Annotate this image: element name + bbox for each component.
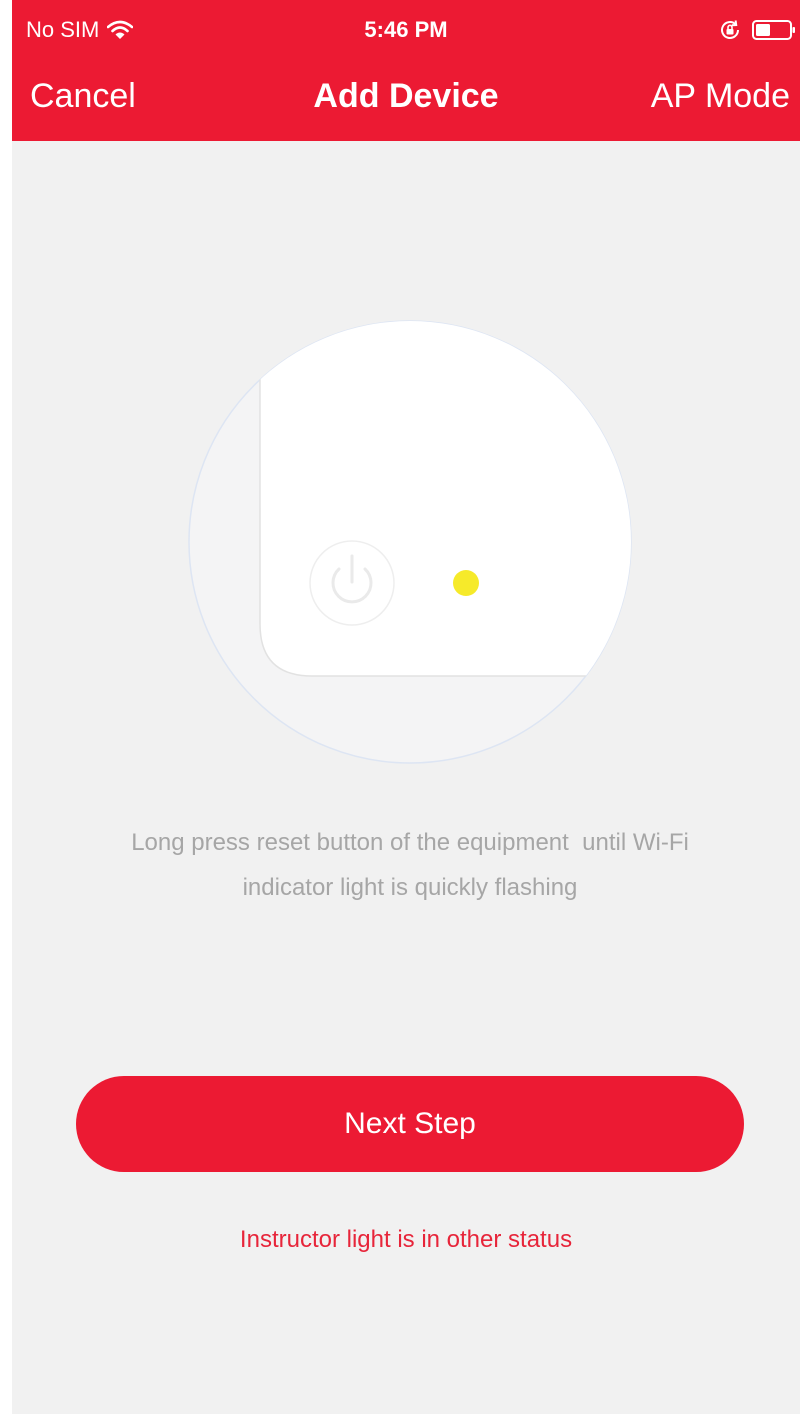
clock: 5:46 PM [364,17,448,42]
power-button-icon [309,540,395,626]
battery-icon [752,20,795,40]
next-step-button[interactable]: Next Step [76,1076,744,1172]
instruction-text: Long press reset button of the equipment… [40,820,780,910]
add-device-screen: No SIM 5:46 PM Cancel Add Device AP Mode… [0,0,800,1414]
instruction-line-1: Long press reset button of the equipment… [131,829,689,856]
rotation-lock-icon [721,20,739,39]
other-status-link[interactable]: Instructor light is in other status [12,1222,800,1258]
header: No SIM 5:46 PM Cancel Add Device AP Mode [12,0,800,141]
status-bar: No SIM 5:46 PM [12,0,800,60]
indicator-light-icon [453,570,479,596]
status-right [718,18,796,42]
instruction-line-2: indicator light is quickly flashing [242,874,578,901]
ap-mode-button[interactable]: AP Mode [651,74,790,118]
device-illustration [188,320,632,764]
